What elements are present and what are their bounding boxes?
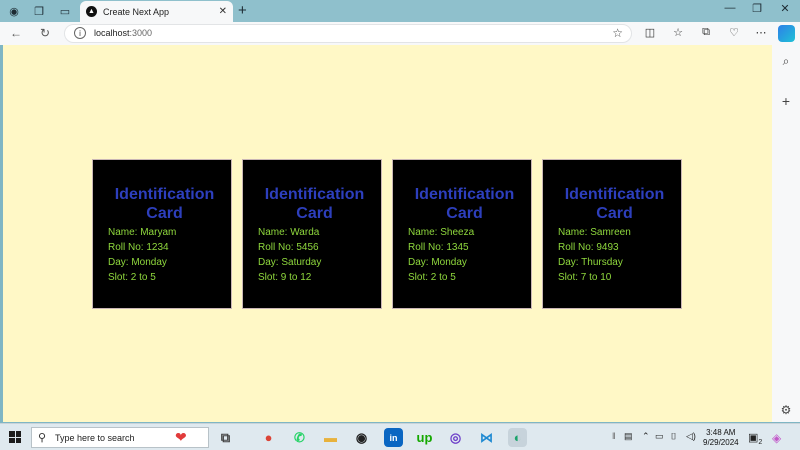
vscode-icon[interactable]: ⋈ bbox=[477, 428, 496, 447]
card-slot: Slot: 9 to 12 bbox=[258, 272, 312, 283]
tab-title: Create Next App bbox=[103, 6, 170, 17]
card-roll-no: Roll No: 9493 bbox=[558, 242, 619, 253]
identification-card: Identification Card Name: Maryam Roll No… bbox=[92, 159, 232, 309]
battery-icon[interactable]: ▭ bbox=[655, 431, 664, 442]
upwork-icon[interactable]: up bbox=[415, 428, 434, 447]
card-title: Identification Card bbox=[114, 186, 215, 222]
url-text: localhost:3000 bbox=[94, 28, 152, 38]
whatsapp-icon[interactable]: ✆ bbox=[290, 428, 309, 447]
windows-start-icon[interactable] bbox=[9, 431, 21, 443]
vscode-glyph: ⋈ bbox=[480, 429, 493, 445]
card-roll-no: Roll No: 1345 bbox=[408, 242, 469, 253]
card-title: Identification Card bbox=[414, 186, 515, 222]
clock[interactable]: 3:48 AM 9/29/2024 bbox=[703, 428, 739, 448]
tray-divider: ‖ bbox=[612, 431, 616, 441]
notifications-icon[interactable]: ▣2 bbox=[748, 431, 762, 446]
chevron-up-icon[interactable]: ⌃ bbox=[642, 431, 650, 442]
card-roll-no: Roll No: 1234 bbox=[108, 242, 169, 253]
card-row: Identification Card Name: Maryam Roll No… bbox=[92, 159, 682, 309]
windows-taskbar: ⚲ Type here to search ❤ ⧉ ● ✆ ▬ ◉ in up ◎ ⋈ ◐ ‖ ▤… bbox=[0, 423, 800, 450]
url-port: :3000 bbox=[129, 28, 153, 38]
browser-toolbar: ← ↻ i localhost:3000 ☆ ◫ ☆ ⧉ ♡ ⋯ bbox=[0, 22, 800, 45]
task-view-icon[interactable]: ⧉ bbox=[216, 428, 235, 447]
network-icon[interactable]: ⌷ bbox=[671, 431, 676, 442]
clock-time: 3:48 AM bbox=[706, 428, 736, 437]
card-day: Day: Monday bbox=[408, 257, 467, 268]
search-icon[interactable]: ⌕ bbox=[772, 54, 800, 69]
workspaces-icon[interactable]: ❐ bbox=[31, 3, 47, 19]
card-day: Day: Thursday bbox=[558, 257, 623, 268]
collections-icon[interactable]: ⧉ bbox=[697, 26, 715, 39]
copilot-icon[interactable] bbox=[778, 25, 795, 42]
favorite-star-icon[interactable]: ☆ bbox=[612, 26, 623, 40]
close-window-icon[interactable]: ✕ bbox=[772, 2, 798, 15]
browser-tab-bar: ◉ ❐ ▭ ▲ Create Next App ✕ + — ❐ ✕ bbox=[0, 0, 800, 22]
site-info-icon[interactable]: i bbox=[74, 27, 86, 39]
profile-icon[interactable]: ◉ bbox=[6, 3, 22, 19]
minimize-icon[interactable]: — bbox=[717, 2, 743, 14]
card-slot: Slot: 2 to 5 bbox=[108, 272, 156, 283]
chrome-glyph: ● bbox=[264, 430, 273, 445]
volume-icon[interactable]: ◁) bbox=[686, 431, 696, 442]
task-view-glyph: ⧉ bbox=[220, 429, 231, 445]
taskbar-search-input[interactable]: ⚲ Type here to search ❤ bbox=[31, 427, 209, 448]
identification-card: Identification Card Name: Samreen Roll N… bbox=[542, 159, 682, 309]
file-explorer-glyph: ▬ bbox=[324, 430, 337, 445]
tray-app-icon[interactable]: ▤ bbox=[624, 431, 633, 442]
clock-date: 9/29/2024 bbox=[703, 438, 739, 447]
github-desktop-glyph: ◎ bbox=[449, 429, 462, 445]
card-title: Identification Card bbox=[564, 186, 665, 222]
tab-create-next-app[interactable]: ▲ Create Next App ✕ bbox=[80, 1, 233, 22]
upwork-glyph: up bbox=[416, 430, 433, 445]
favorites-icon[interactable]: ☆ bbox=[669, 26, 687, 39]
page-viewport: Identification Card Name: Maryam Roll No… bbox=[3, 45, 772, 422]
url-host: localhost bbox=[94, 28, 130, 38]
back-icon[interactable]: ← bbox=[8, 26, 24, 40]
new-tab-icon[interactable]: + bbox=[238, 2, 247, 19]
linkedin-glyph: in bbox=[389, 432, 398, 443]
github-icon[interactable]: ◉ bbox=[352, 428, 371, 447]
search-highlight-icon: ❤ bbox=[175, 429, 187, 445]
card-name: Name: Sheeza bbox=[408, 227, 475, 238]
edge-sidebar: ⌕ + ⚙ bbox=[772, 45, 800, 422]
address-bar[interactable]: i localhost:3000 ☆ bbox=[64, 24, 632, 43]
card-slot: Slot: 7 to 10 bbox=[558, 272, 612, 283]
github-desktop-icon[interactable]: ◎ bbox=[446, 428, 465, 447]
more-menu-icon[interactable]: ⋯ bbox=[752, 26, 770, 39]
card-name: Name: Maryam bbox=[108, 227, 177, 238]
restore-icon[interactable]: ❐ bbox=[744, 2, 770, 15]
linkedin-icon[interactable]: in bbox=[384, 428, 403, 447]
tab-actions-icon[interactable]: ▭ bbox=[57, 3, 73, 19]
search-icon: ⚲ bbox=[38, 432, 47, 444]
card-roll-no: Roll No: 5456 bbox=[258, 242, 319, 253]
nextjs-favicon-icon: ▲ bbox=[86, 6, 97, 17]
card-day: Day: Monday bbox=[108, 257, 167, 268]
card-title: Identification Card bbox=[264, 186, 365, 222]
file-explorer-icon[interactable]: ▬ bbox=[321, 428, 340, 447]
card-slot: Slot: 2 to 5 bbox=[408, 272, 456, 283]
edge-glyph: ◐ bbox=[513, 430, 522, 445]
notification-count: 2 bbox=[758, 439, 763, 447]
copilot-taskbar-icon[interactable]: ◈ bbox=[772, 431, 781, 445]
edge-icon[interactable]: ◐ bbox=[508, 428, 527, 447]
card-name: Name: Samreen bbox=[558, 227, 631, 238]
add-icon[interactable]: + bbox=[772, 93, 800, 109]
search-placeholder: Type here to search bbox=[55, 433, 135, 443]
card-day: Day: Saturday bbox=[258, 257, 322, 268]
identification-card: Identification Card Name: Warda Roll No:… bbox=[242, 159, 382, 309]
card-name: Name: Warda bbox=[258, 227, 320, 238]
split-screen-icon[interactable]: ◫ bbox=[641, 26, 659, 39]
browser-essentials-icon[interactable]: ♡ bbox=[725, 26, 743, 39]
refresh-icon[interactable]: ↻ bbox=[37, 26, 53, 40]
identification-card: Identification Card Name: Sheeza Roll No… bbox=[392, 159, 532, 309]
settings-gear-icon[interactable]: ⚙ bbox=[772, 403, 800, 417]
close-tab-icon[interactable]: ✕ bbox=[219, 6, 227, 17]
whatsapp-glyph: ✆ bbox=[294, 429, 305, 445]
github-glyph: ◉ bbox=[355, 429, 368, 445]
chrome-icon[interactable]: ● bbox=[259, 428, 278, 447]
